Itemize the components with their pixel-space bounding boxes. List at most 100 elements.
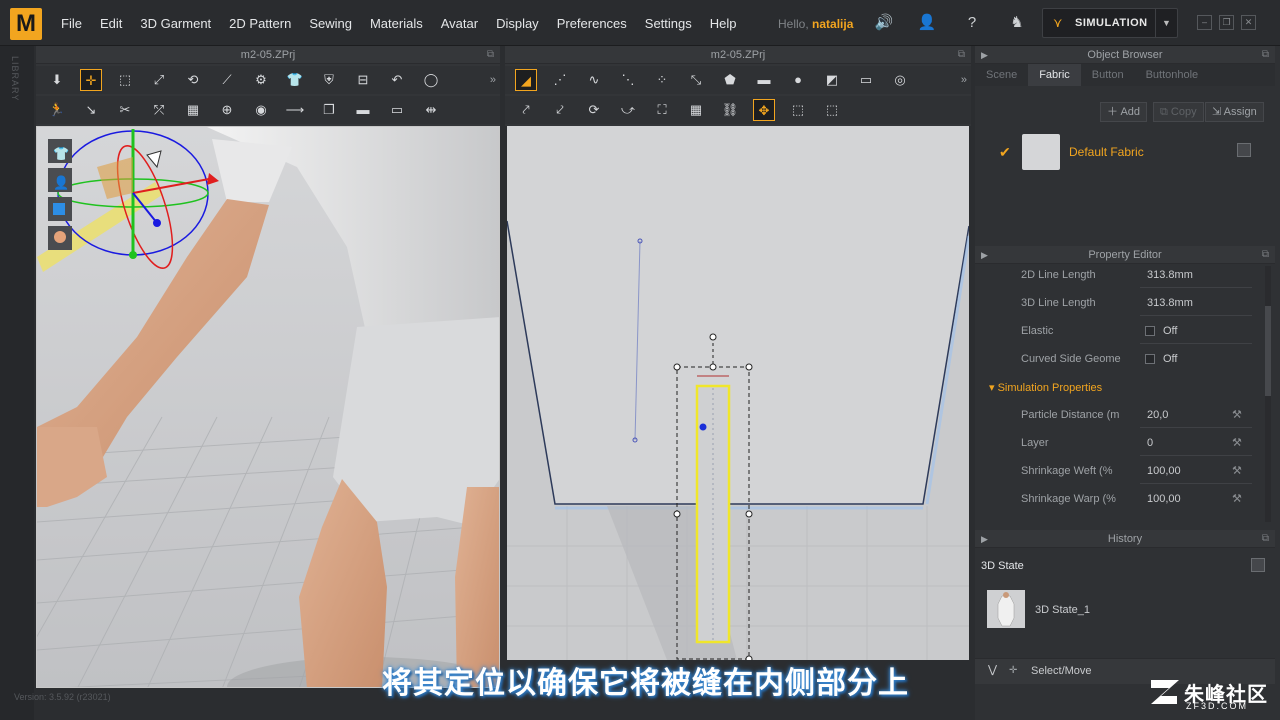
tool-button-icon[interactable]: ⊕ [216,99,238,121]
tab-fabric[interactable]: Fabric [1028,64,1081,86]
object-browser-collapse-icon[interactable]: ▶ [981,46,988,64]
tool-texture-2d-icon[interactable]: ▦ [685,99,707,121]
wrench-icon[interactable]: ⚒ [1232,433,1242,453]
property-editor-collapse-icon[interactable]: ▶ [981,246,988,264]
prop-layer-value[interactable]: 0 [1147,433,1153,453]
tool-add-point-icon[interactable]: ⋱ [617,69,639,91]
tab-scene[interactable]: Scene [975,64,1028,86]
tool-topstitch-icon[interactable]: ▬ [352,99,374,121]
speaker-icon[interactable]: 🔊 [874,13,894,33]
tool-curvature-icon[interactable]: ⁘ [651,69,673,91]
tool-drop-icon[interactable]: ⬇ [46,69,68,91]
tool-check-sewing-icon[interactable]: ⤻ [617,99,639,121]
texture-point[interactable] [699,423,707,431]
tool-graphic-icon[interactable]: ❐ [318,99,340,121]
tool-select-mesh-icon[interactable]: ⬚ [114,69,136,91]
maximize-3d-icon[interactable]: ⧉ [487,46,494,64]
close-icon[interactable]: ✕ [1241,15,1256,30]
restore-icon[interactable]: ❐ [1219,15,1234,30]
tool-fold-arrangement-icon[interactable]: ⛶ [651,99,673,121]
tool-transform-pattern-icon[interactable]: ◢ [515,69,537,91]
curved-side-checkbox[interactable] [1145,354,1155,364]
prop-shrinkage-weft-value[interactable]: 100,00 [1147,461,1181,481]
wrench-icon[interactable]: ⚒ [1232,489,1242,509]
menu-preferences[interactable]: Preferences [548,16,636,31]
tool-select-move-icon[interactable]: ✛ [80,69,102,91]
property-editor-pin-icon[interactable]: ⧉ [1262,246,1269,264]
viewport-3d[interactable]: 👕 👤 [36,126,500,688]
tool-tack-icon[interactable]: ⚙ [250,69,272,91]
library-strip[interactable]: LIBRARY [0,46,34,720]
maximize-2d-icon[interactable]: ⧉ [958,46,965,64]
menu-3d-garment[interactable]: 3D Garment [131,16,220,31]
tool-garment-icon[interactable]: 👕 [284,69,306,91]
history-pin-icon[interactable]: ⧉ [1262,530,1269,548]
menu-settings[interactable]: Settings [636,16,701,31]
minimize-icon[interactable]: – [1197,15,1212,30]
tool-curve-icon[interactable]: ↶ [386,69,408,91]
fabric-list-item[interactable]: ✔ Default Fabric [987,132,1267,172]
help-icon[interactable]: ? [962,13,982,33]
wrench-icon[interactable]: ⚒ [1232,405,1242,425]
tool-fold-arrange-icon[interactable]: ⊟ [352,69,374,91]
tool-rectangle-icon[interactable]: ▬ [753,69,775,91]
tool-trace-icon[interactable]: ⛓ [719,99,741,121]
tool-multi-sewing-icon[interactable]: ⟳ [583,99,605,121]
menu-help[interactable]: Help [701,16,746,31]
history-state-item[interactable]: 3D State_1 [1035,604,1090,616]
history-save-icon[interactable] [1251,558,1265,572]
tool-pin-icon[interactable]: ⟋ [216,69,238,91]
simulation-dropdown-icon[interactable]: ▼ [1155,9,1177,37]
menu-avatar[interactable]: Avatar [432,16,487,31]
history-collapse-icon[interactable]: ▶ [981,530,988,548]
tool-internal-polygon-icon[interactable]: ◩ [821,69,843,91]
tool-edit-curve-icon[interactable]: ∿ [583,69,605,91]
property-editor-scrollbar[interactable] [1265,266,1271,522]
tool-fold-icon[interactable]: ⟲ [182,69,204,91]
copy-fabric-button[interactable]: ⧉ Copy [1153,102,1204,122]
fabric-settings-icon[interactable] [1237,143,1251,157]
tool-texture-icon[interactable]: ▦ [182,99,204,121]
tool-fit-icon[interactable]: ⛨ [318,69,340,91]
tool-stretch-icon[interactable]: ⤱ [148,99,170,121]
history-thumbnail[interactable] [987,590,1025,628]
viewport-2d[interactable] [507,126,969,660]
tool-free-sewing-icon[interactable]: ⤦ [549,99,571,121]
avatar-settings-icon[interactable]: ♞ [1007,13,1027,33]
tab-button[interactable]: Button [1081,64,1135,86]
menu-file[interactable]: File [52,16,91,31]
scrollbar-thumb[interactable] [1265,306,1271,396]
tool-segment-sewing-icon[interactable]: ⤤ [515,99,537,121]
tool-trim-icon[interactable]: ⇹ [420,99,442,121]
prop-particle-distance-value[interactable]: 20,0 [1147,405,1168,425]
tool-select-lasso-icon[interactable]: ⬚ [821,99,843,121]
tool-select-region-icon[interactable]: ⬚ [787,99,809,121]
tool-edit-curvature-icon[interactable]: ⤡ [685,69,707,91]
toolbar-2d-more-icon[interactable]: » [961,74,967,86]
menu-sewing[interactable]: Sewing [300,16,361,31]
tool-transform-icon[interactable]: ⤢ [148,69,170,91]
tool-zipper-icon[interactable]: ◯ [420,69,442,91]
assign-fabric-button[interactable]: ⇲ Assign [1205,102,1264,122]
tab-buttonhole[interactable]: Buttonhole [1135,64,1210,86]
tool-avatar-pose-icon[interactable]: 🏃 [46,99,68,121]
user-icon[interactable]: 👤 [917,13,937,33]
menu-display[interactable]: Display [487,16,548,31]
simulation-properties-section[interactable]: ▾ Simulation Properties [989,381,1102,394]
elastic-checkbox[interactable] [1145,326,1155,336]
menu-materials[interactable]: Materials [361,16,432,31]
tool-puckering-icon[interactable]: ▭ [386,99,408,121]
history-expand-icon[interactable]: ⋁ [988,663,997,676]
menu-edit[interactable]: Edit [91,16,131,31]
tool-strain-icon[interactable]: ✂ [114,99,136,121]
add-fabric-button[interactable]: ＋ Add [1100,102,1148,122]
toolbar-3d-more-icon[interactable]: » [490,74,496,86]
tool-buttonhole-icon[interactable]: ◉ [250,99,272,121]
shorts-pattern-piece[interactable] [507,126,969,504]
tool-line-icon[interactable]: ⟶ [284,99,306,121]
tool-circle-icon[interactable]: ● [787,69,809,91]
prop-shrinkage-warp-value[interactable]: 100,00 [1147,489,1181,509]
wrench-icon[interactable]: ⚒ [1232,461,1242,481]
tool-polygon-icon[interactable]: ⬟ [719,69,741,91]
tool-internal-rect-icon[interactable]: ▭ [855,69,877,91]
